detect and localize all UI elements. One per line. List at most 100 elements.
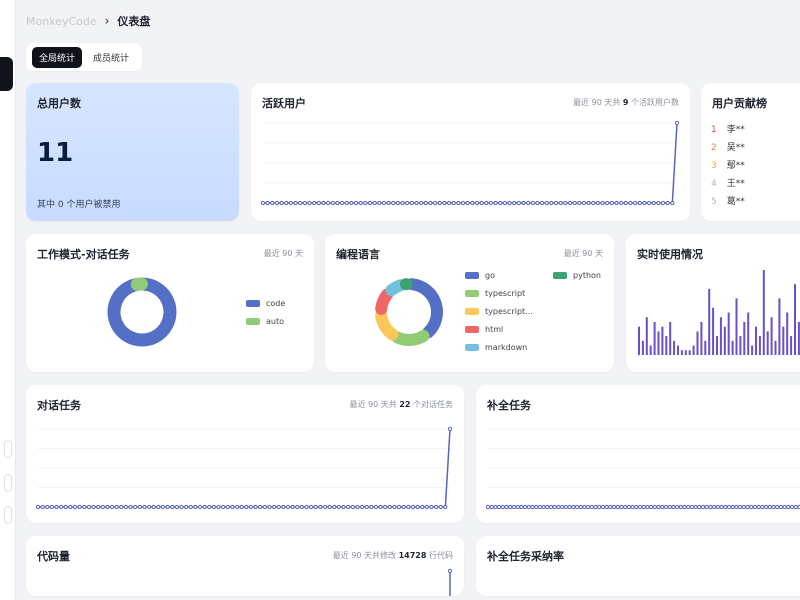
user-name: 李**: [726, 125, 745, 135]
data-point: [142, 504, 147, 510]
data-point: [646, 200, 652, 206]
data-point: [128, 504, 133, 510]
data-point: [572, 200, 577, 206]
pie-slice-typescript: [375, 309, 399, 341]
sidebar-item-a[interactable]: [4, 440, 12, 458]
list-item: 1 李**: [711, 121, 745, 139]
data-point: [671, 504, 676, 510]
data-point: [285, 504, 291, 510]
data-point: [336, 504, 341, 510]
data-point: [156, 504, 161, 510]
data-point: [400, 200, 405, 206]
data-point: [405, 200, 410, 206]
data-point: [410, 504, 416, 510]
chat-tasks-card: 对话任务 最近 90 天共 22 个对话任务: [26, 385, 464, 523]
data-point: [756, 504, 761, 510]
data-point: [326, 200, 331, 206]
data-point: [339, 200, 345, 206]
data-point: [406, 504, 411, 510]
data-point: [626, 504, 631, 510]
legend-item[interactable]: auto: [246, 312, 285, 330]
legend-item[interactable]: typescript...: [465, 302, 605, 320]
data-point: [202, 504, 207, 510]
data-point: [281, 504, 286, 510]
data-point: [512, 200, 517, 206]
data-point: [307, 200, 312, 206]
pie-slice-code: [107, 277, 177, 347]
data-point: [160, 504, 166, 510]
legend-item[interactable]: markdown: [465, 338, 605, 356]
data-point: [689, 504, 695, 510]
data-point: [133, 504, 138, 510]
data-point: [485, 504, 491, 510]
data-point: [318, 504, 323, 510]
data-point: [663, 504, 669, 510]
data-point: [429, 504, 434, 510]
data-point: [712, 504, 717, 510]
sidebar-item-dashboard[interactable]: [0, 57, 13, 91]
sidebar-item-c[interactable]: [4, 506, 12, 524]
legend: go python typescript typescript... html …: [465, 266, 605, 356]
data-point: [54, 504, 59, 510]
app-name[interactable]: MonkeyCode: [26, 15, 97, 28]
card-title: 补全任务采纳率: [487, 550, 564, 563]
data-point: [500, 504, 505, 510]
card-title: 总用户数: [37, 97, 81, 110]
data-point: [582, 504, 587, 510]
data-point: [508, 504, 513, 510]
data-point: [316, 200, 321, 206]
data-point: [567, 504, 572, 510]
data-point: [578, 504, 583, 510]
data-point: [548, 504, 554, 510]
sidebar-item-b[interactable]: [4, 474, 12, 492]
bar: [716, 336, 718, 355]
data-point: [675, 504, 680, 510]
data-point: [530, 504, 535, 510]
data-point: [652, 504, 657, 510]
bar: [661, 326, 664, 355]
tab-global-stats[interactable]: 全局统计: [32, 46, 83, 68]
bar: [649, 345, 652, 355]
data-point: [137, 504, 142, 510]
data-point: [600, 504, 606, 510]
data-point: [72, 504, 78, 510]
bar: [677, 345, 679, 355]
tab-member-stats[interactable]: 成员统计: [86, 47, 136, 68]
bar: [778, 298, 781, 355]
user-name: 鄢**: [726, 161, 745, 171]
data-point: [734, 504, 739, 510]
legend-item[interactable]: html: [465, 320, 605, 338]
legend-label: typescript: [485, 288, 526, 298]
pie-slice-markdown: [385, 279, 407, 297]
legend-item[interactable]: python: [553, 266, 601, 284]
data-point: [474, 200, 480, 206]
data-point: [497, 504, 502, 510]
data-point: [502, 200, 507, 206]
data-point: [516, 200, 521, 206]
data-point: [460, 200, 466, 206]
legend-item[interactable]: typescript: [465, 284, 605, 302]
data-point: [682, 504, 687, 510]
active-users-card: 活跃用户 最近 90 天共 9 个活跃用户数: [251, 83, 690, 221]
data-point: [649, 504, 654, 510]
data-point: [77, 504, 82, 510]
data-point: [437, 200, 442, 206]
data-point: [433, 200, 438, 206]
bar: [638, 326, 640, 355]
bar: [731, 340, 734, 355]
data-point: [262, 504, 267, 510]
data-point: [760, 504, 765, 510]
data-point: [489, 504, 494, 510]
legend-item[interactable]: code: [246, 294, 285, 312]
legend-item[interactable]: go: [465, 266, 531, 284]
data-point: [665, 200, 670, 206]
data-point: [537, 504, 543, 510]
data-point: [660, 504, 665, 510]
contrib-list: 1 李** 2 吴** 3 鄢** 4 王** 5 葛**: [711, 121, 745, 211]
data-point: [82, 504, 87, 510]
pie-slice-typescript: [391, 329, 430, 346]
legend-label: typescript...: [485, 306, 533, 316]
data-point: [535, 200, 540, 206]
pie-slice-html: [375, 288, 394, 315]
stats-tabs: 全局统计 成员统计: [26, 43, 143, 71]
